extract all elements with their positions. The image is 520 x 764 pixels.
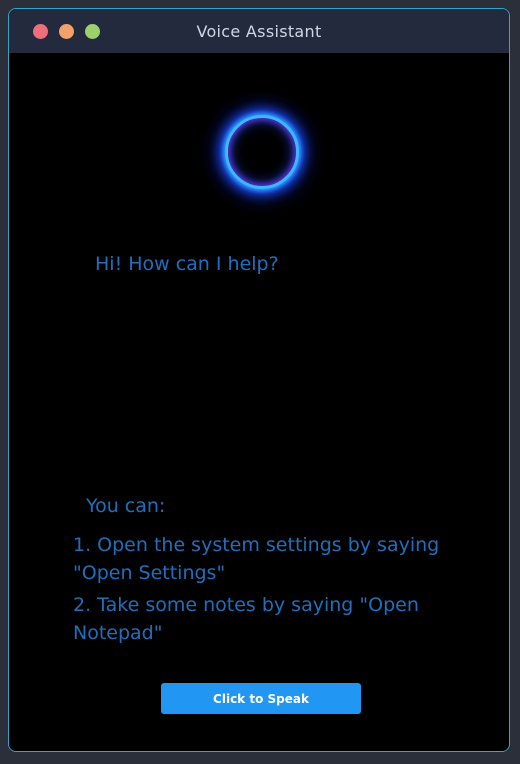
voice-assistant-window: Voice Assistant Hi! How can I help? You … — [8, 8, 510, 752]
greeting-text: Hi! How can I help? — [95, 253, 279, 275]
speak-button[interactable]: Click to Speak — [161, 683, 361, 714]
hint-heading: You can: — [86, 495, 166, 517]
window-title: Voice Assistant — [196, 22, 322, 41]
listening-orb-icon — [225, 115, 299, 189]
assistant-panel: Hi! How can I help? You can: 1. Open the… — [9, 53, 509, 751]
title-bar[interactable]: Voice Assistant — [9, 9, 509, 53]
hint-item-notepad: 2. Take some notes by saying "Open Notep… — [73, 594, 419, 644]
hint-item-settings: 1. Open the system settings by saying "O… — [73, 534, 440, 584]
